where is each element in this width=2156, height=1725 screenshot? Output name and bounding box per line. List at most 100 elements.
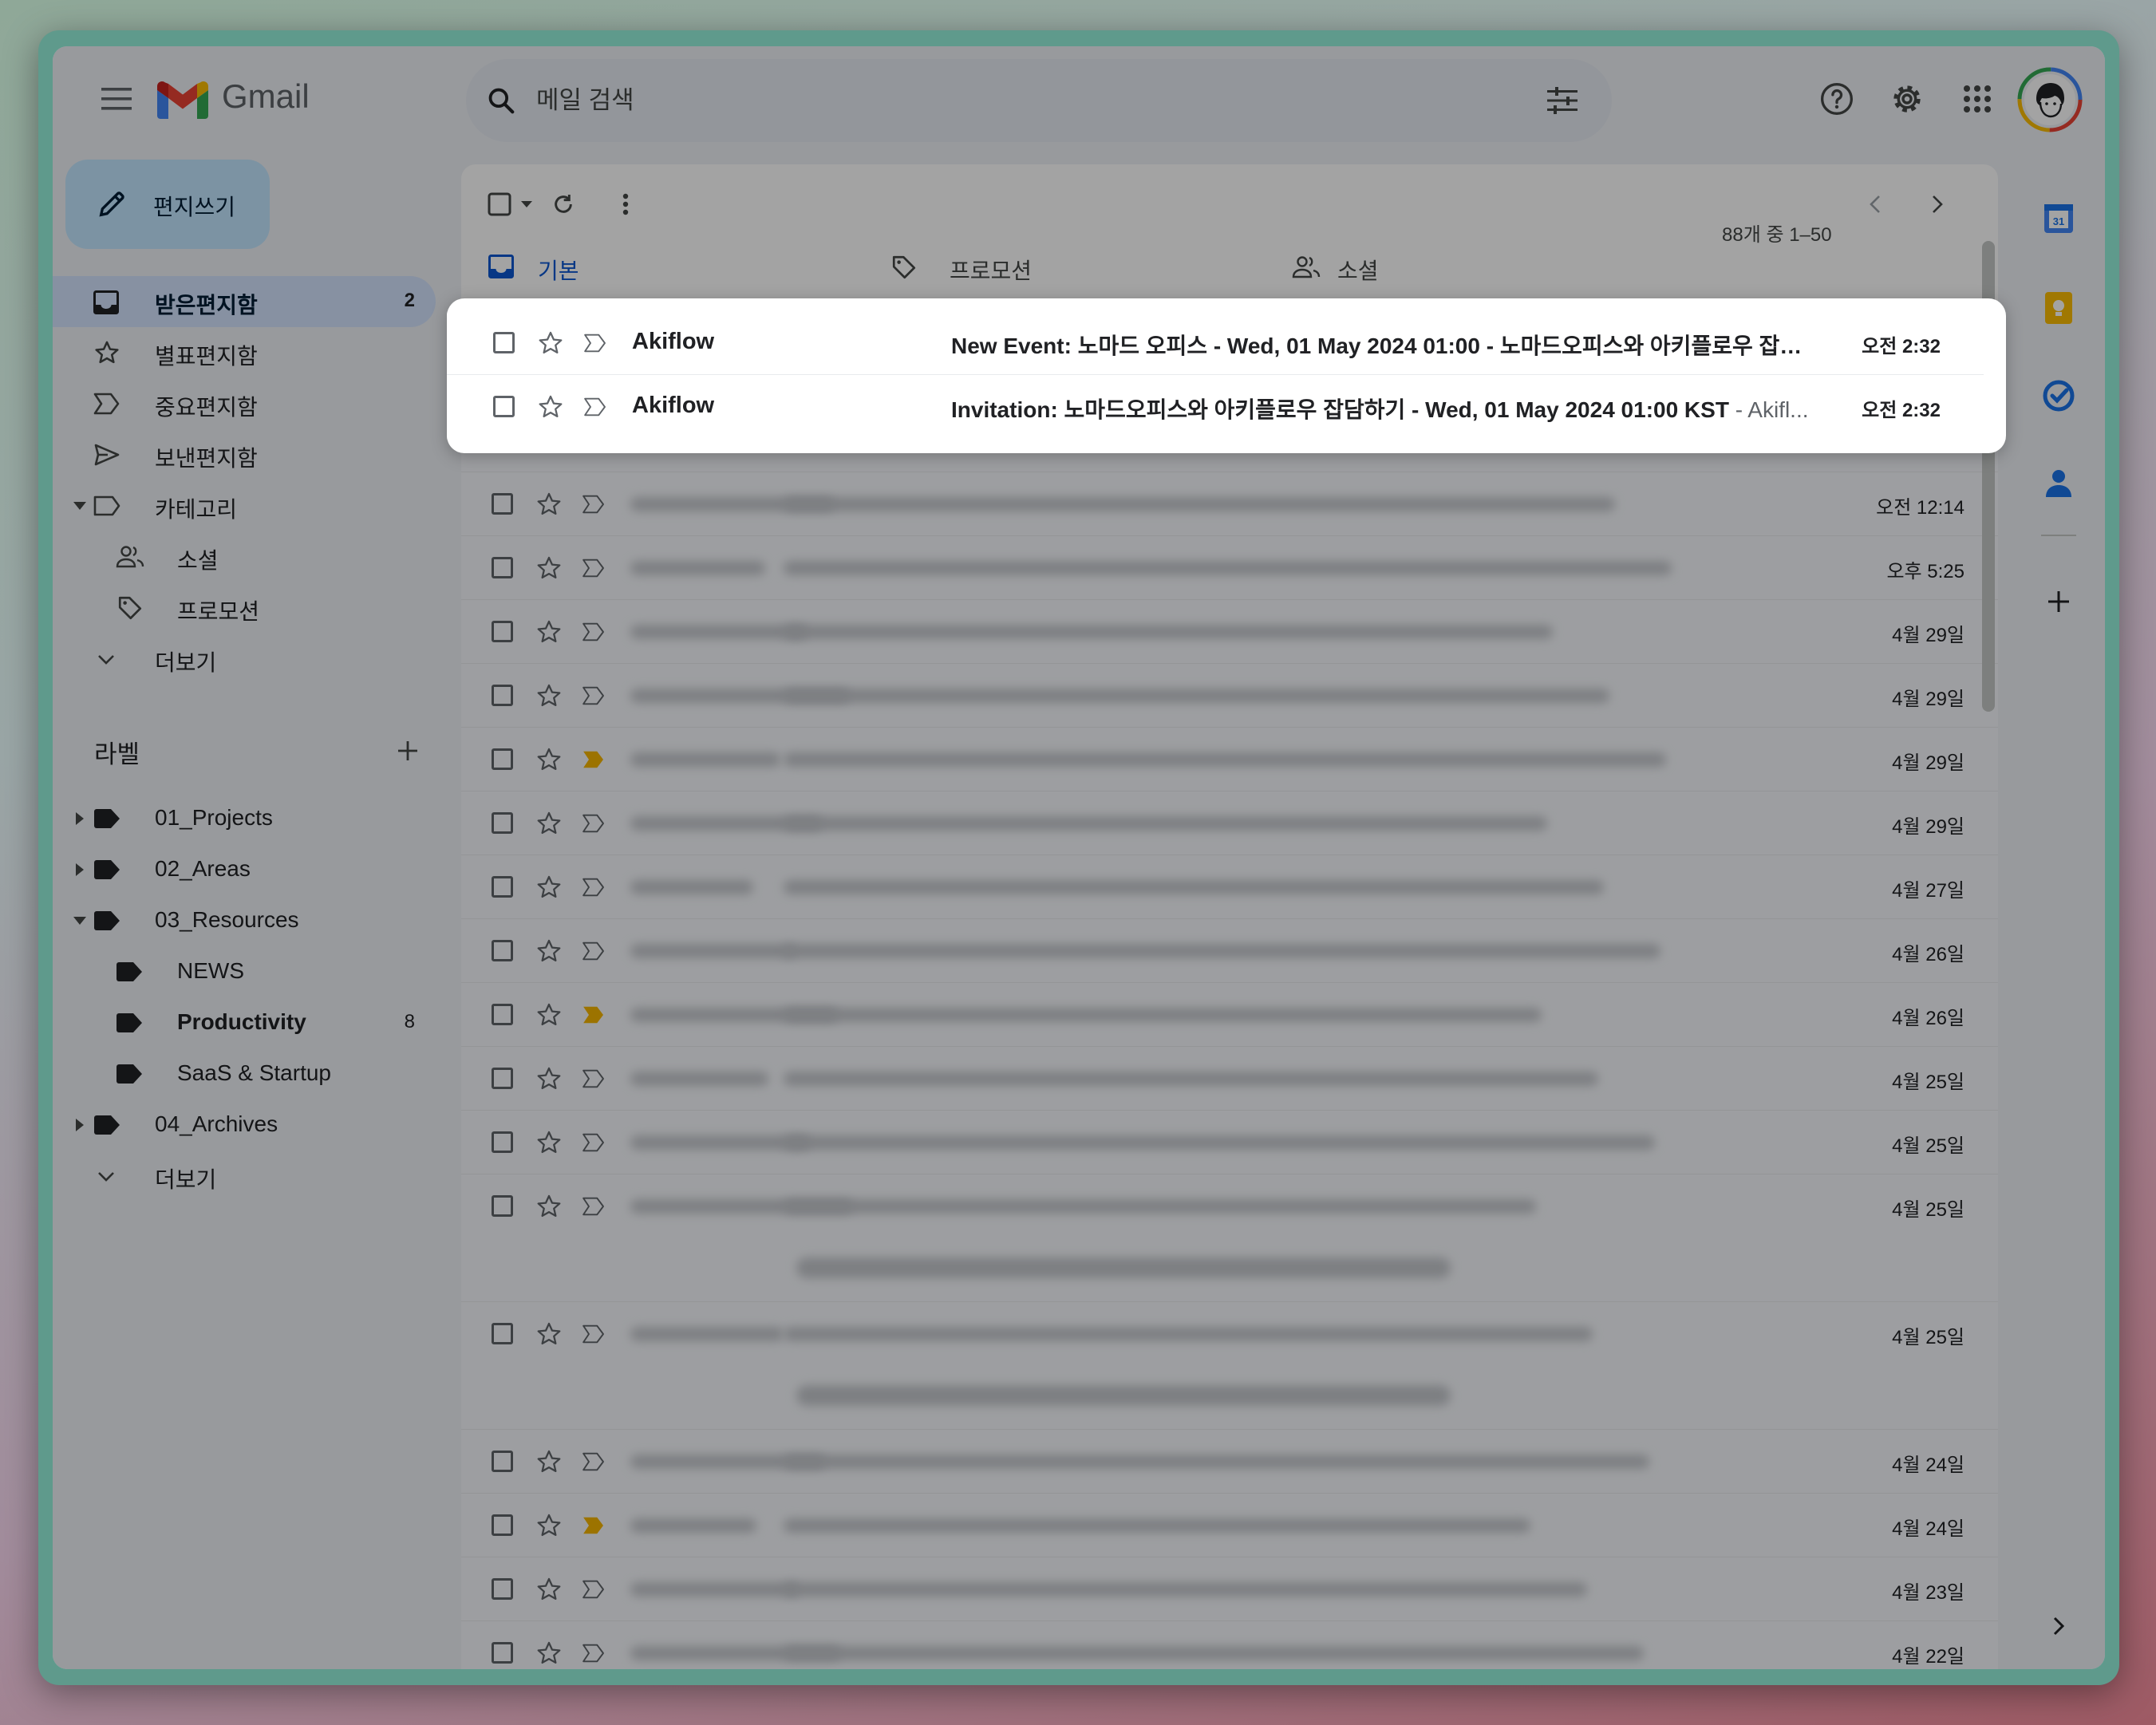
sidebar-item-inbox[interactable]: 받은편지함 2: [53, 276, 436, 327]
more-vert-icon[interactable]: [608, 187, 643, 222]
star-icon[interactable]: [533, 616, 565, 648]
chevron-down-icon[interactable]: [72, 913, 88, 929]
table-row[interactable]: 4월 29일: [461, 791, 1998, 855]
sidebar-item-promotions[interactable]: 프로모션: [53, 582, 436, 634]
row-checkbox[interactable]: [492, 1068, 513, 1089]
star-icon[interactable]: [533, 1318, 565, 1350]
important-icon[interactable]: [579, 1511, 608, 1540]
table-row[interactable]: 4월 22일: [461, 1621, 1998, 1669]
row-checkbox[interactable]: [492, 1578, 513, 1600]
table-row[interactable]: 4월 25일: [461, 1111, 1998, 1174]
label-item-news[interactable]: NEWS: [53, 946, 436, 997]
row-checkbox[interactable]: [493, 332, 515, 353]
keep-icon[interactable]: [2038, 287, 2079, 329]
table-row[interactable]: 4월 26일: [461, 983, 1998, 1047]
search-bar[interactable]: [466, 59, 1612, 142]
apps-icon[interactable]: [1953, 75, 2001, 123]
row-checkbox[interactable]: [492, 876, 513, 898]
table-row[interactable]: 4월 25일: [461, 1302, 1998, 1430]
row-checkbox[interactable]: [492, 493, 513, 515]
star-icon[interactable]: [533, 1573, 565, 1605]
important-icon[interactable]: [579, 1001, 608, 1029]
important-icon[interactable]: [579, 618, 608, 646]
star-icon[interactable]: [533, 744, 565, 776]
expand-arrow-icon[interactable]: [72, 811, 88, 827]
tasks-icon[interactable]: [2038, 375, 2079, 416]
refresh-icon[interactable]: [546, 187, 581, 222]
table-row[interactable]: 오전 12:14: [461, 472, 1998, 536]
row-checkbox[interactable]: [492, 1451, 513, 1472]
star-icon[interactable]: [533, 807, 565, 839]
row-checkbox[interactable]: [492, 940, 513, 961]
sidebar-item-starred[interactable]: 별표편지함: [53, 327, 436, 378]
menu-icon[interactable]: [91, 73, 142, 124]
label-item-04-archives[interactable]: 04_Archives: [53, 1099, 436, 1151]
star-icon[interactable]: [533, 1510, 565, 1541]
star-icon[interactable]: [533, 680, 565, 712]
important-icon[interactable]: [579, 554, 608, 582]
star-icon[interactable]: [533, 1190, 565, 1222]
label-item-saas-startup[interactable]: SaaS & Startup: [53, 1048, 436, 1099]
star-icon[interactable]: [533, 1637, 565, 1669]
sidebar-item-more[interactable]: 더보기: [53, 634, 436, 685]
table-row[interactable]: 4월 29일: [461, 600, 1998, 664]
important-icon[interactable]: [581, 329, 610, 357]
row-checkbox[interactable]: [492, 1004, 513, 1025]
plus-icon[interactable]: [2038, 581, 2079, 622]
sidebar-item-important[interactable]: 중요편지함: [53, 378, 436, 429]
calendar-icon[interactable]: 31: [2038, 198, 2079, 239]
important-icon[interactable]: [579, 1447, 608, 1476]
avatar[interactable]: [2017, 67, 2083, 132]
row-checkbox[interactable]: [492, 685, 513, 706]
table-row[interactable]: 4월 23일: [461, 1557, 1998, 1621]
chevron-right-icon[interactable]: [2041, 1609, 2076, 1644]
label-item-productivity[interactable]: Productivity 8: [53, 997, 436, 1048]
important-icon[interactable]: [579, 490, 608, 519]
star-icon[interactable]: [533, 1127, 565, 1159]
important-icon[interactable]: [579, 745, 608, 774]
sidebar-item-categories[interactable]: 카테고리: [53, 480, 436, 531]
row-checkbox[interactable]: [492, 557, 513, 578]
row-checkbox[interactable]: [492, 1195, 513, 1217]
label-item-03-resources[interactable]: 03_Resources: [53, 895, 436, 946]
gmail-logo-icon[interactable]: [155, 78, 211, 121]
row-checkbox[interactable]: [492, 1323, 513, 1344]
star-icon[interactable]: [535, 391, 567, 423]
important-icon[interactable]: [579, 1192, 608, 1221]
row-checkbox[interactable]: [492, 1514, 513, 1536]
compose-button[interactable]: 편지쓰기: [65, 160, 270, 249]
plus-icon[interactable]: [388, 731, 428, 771]
star-icon[interactable]: [533, 935, 565, 967]
row-checkbox[interactable]: [493, 396, 515, 417]
star-icon[interactable]: [533, 871, 565, 903]
table-row[interactable]: 4월 25일: [461, 1174, 1998, 1302]
sidebar-item-social[interactable]: 소셜: [53, 531, 436, 582]
table-row[interactable]: 4월 24일: [461, 1430, 1998, 1494]
search-input[interactable]: [536, 75, 1494, 126]
label-item-more[interactable]: 더보기: [53, 1151, 436, 1202]
table-row[interactable]: Akiflow Invitation: 노마드오피스와 아키플로우 잡담하기 -…: [447, 375, 1984, 439]
star-icon[interactable]: [533, 552, 565, 584]
table-row[interactable]: 4월 24일: [461, 1494, 1998, 1557]
table-row[interactable]: 4월 26일: [461, 919, 1998, 983]
table-row[interactable]: 4월 27일: [461, 855, 1998, 919]
expand-arrow-icon[interactable]: [72, 862, 88, 878]
row-checkbox[interactable]: [492, 1131, 513, 1153]
sidebar-item-sent[interactable]: 보낸편지함: [53, 429, 436, 480]
important-icon[interactable]: [581, 393, 610, 421]
chevron-right-icon[interactable]: [1921, 188, 1953, 220]
important-icon[interactable]: [579, 809, 608, 838]
table-row[interactable]: 4월 29일: [461, 728, 1998, 791]
expand-arrow-icon[interactable]: [72, 1117, 88, 1133]
settings-icon[interactable]: [1883, 75, 1931, 123]
row-checkbox[interactable]: [492, 1642, 513, 1664]
row-checkbox[interactable]: [492, 621, 513, 642]
star-icon[interactable]: [533, 488, 565, 520]
table-row[interactable]: 4월 29일: [461, 664, 1998, 728]
search-options-icon[interactable]: [1543, 81, 1581, 120]
chevron-down-icon[interactable]: [72, 498, 88, 514]
label-item-01-projects[interactable]: 01_Projects: [53, 793, 436, 844]
important-icon[interactable]: [579, 1064, 608, 1093]
important-icon[interactable]: [579, 1320, 608, 1348]
star-icon[interactable]: [533, 999, 565, 1031]
